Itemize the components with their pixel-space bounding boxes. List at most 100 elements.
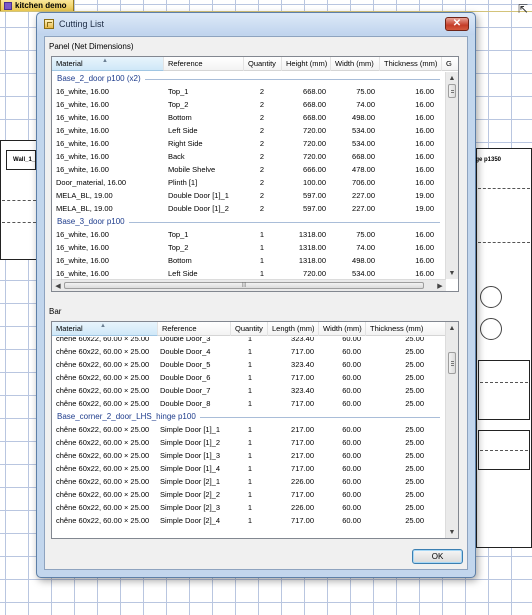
table-row[interactable]: chêne 60x22, 60.00 × 25.00 Simple Door [2… — [52, 488, 444, 501]
dialog-title: Cutting List — [59, 19, 105, 29]
table-row[interactable]: 16_white, 16.00 Back 2 720.00 668.00 16.00 — [52, 150, 444, 163]
cell-reference: Mobile Shelve — [168, 165, 216, 174]
cell-reference: Left Side — [168, 269, 198, 278]
cell-quantity: 1 — [247, 386, 253, 395]
cell-thickness: 16.00 — [415, 165, 434, 174]
panel-section-label: Panel (Net Dimensions) — [49, 42, 134, 51]
panel-grid[interactable]: ▲ Material Reference Quantity Height (mm… — [51, 56, 459, 292]
cell-length: 226.00 — [291, 477, 314, 486]
column-header-quantity[interactable]: Quantity — [231, 322, 268, 336]
column-header-width[interactable]: Width (mm) — [331, 57, 380, 71]
cell-quantity: 2 — [259, 178, 265, 187]
scroll-right-icon[interactable]: ▶ — [434, 280, 446, 291]
cell-quantity: 2 — [259, 100, 265, 109]
table-row[interactable]: chêne 60x22, 60.00 × 25.00 Double Door_3 1… — [52, 337, 444, 345]
cell-material: 16_white, 16.00 — [56, 152, 109, 161]
cell-thickness: 25.00 — [405, 438, 424, 447]
table-row[interactable]: 16_white, 16.00 Top_2 2 668.00 74.00 16.00 — [52, 98, 444, 111]
group-header[interactable]: Base_corner_2_door_LHS_hinge p100 — [52, 410, 444, 423]
dashed-line — [478, 188, 530, 189]
column-header-g[interactable]: G — [442, 57, 458, 71]
cell-quantity: 1 — [247, 347, 253, 356]
panel-vertical-scrollbar[interactable]: ▲ ▼ — [445, 72, 458, 279]
scroll-down-icon[interactable]: ▼ — [446, 267, 458, 279]
table-row[interactable]: 16_white, 16.00 Mobile Shelve 2 666.00 478.0… — [52, 163, 444, 176]
cell-height: 597.00 — [303, 204, 326, 213]
table-row[interactable]: chêne 60x22, 60.00 × 25.00 Simple Door [2… — [52, 501, 444, 514]
column-header-length[interactable]: Length (mm) — [268, 322, 319, 336]
cell-reference: Double Door [1]_2 — [168, 204, 229, 213]
table-row[interactable]: chêne 60x22, 60.00 × 25.00 Simple Door [1… — [52, 423, 444, 436]
cell-width: 60.00 — [342, 347, 361, 356]
cell-thickness: 16.00 — [415, 139, 434, 148]
table-row[interactable]: 16_white, 16.00 Bottom 1 1318.00 498.00 16.00 — [52, 254, 444, 267]
column-header-material[interactable]: ▲ Material — [52, 57, 164, 71]
table-row[interactable]: chêne 60x22, 60.00 × 25.00 Double Door_6 1… — [52, 371, 444, 384]
cell-reference: Simple Door [1]_1 — [160, 425, 221, 434]
scroll-thumb[interactable]: ||| — [64, 282, 424, 289]
table-row[interactable]: chêne 60x22, 60.00 × 25.00 Double Door_8 1… — [52, 397, 444, 410]
bar-vertical-scrollbar[interactable]: ▲ ▼ — [445, 322, 458, 538]
cell-width: 706.00 — [352, 178, 375, 187]
table-row[interactable]: MELA_BL, 19.00 Double Door [1]_2 2 597.00 22… — [52, 202, 444, 215]
dialog-titlebar[interactable]: Cutting List ✕ — [37, 13, 475, 35]
scroll-thumb[interactable] — [448, 84, 456, 98]
table-row[interactable]: chêne 60x22, 60.00 × 25.00 Simple Door [1… — [52, 462, 444, 475]
cell-height: 668.00 — [303, 100, 326, 109]
table-row[interactable]: chêne 60x22, 60.00 × 25.00 Double Door_7 1… — [52, 384, 444, 397]
table-row[interactable]: chêne 60x22, 60.00 × 25.00 Simple Door [1… — [52, 436, 444, 449]
cell-reference: Simple Door [1]_2 — [160, 438, 221, 447]
cell-reference: Bottom — [168, 256, 192, 265]
bar-grid[interactable]: ▲ Material Reference Quantity Length (mm… — [51, 321, 459, 539]
table-row[interactable]: chêne 60x22, 60.00 × 25.00 Double Door_4 1… — [52, 345, 444, 358]
cell-quantity: 2 — [259, 152, 265, 161]
cell-quantity: 1 — [247, 490, 253, 499]
table-row[interactable]: MELA_BL, 19.00 Double Door [1]_1 2 597.00 22… — [52, 189, 444, 202]
table-row[interactable]: 16_white, 16.00 Bottom 2 668.00 498.00 16.00 — [52, 111, 444, 124]
table-row[interactable]: chêne 60x22, 60.00 × 25.00 Simple Door [2… — [52, 514, 444, 527]
table-row[interactable]: 16_white, 16.00 Top_1 1 1318.00 75.00 16.00 — [52, 228, 444, 241]
cell-thickness: 25.00 — [405, 337, 424, 343]
cell-material: chêne 60x22, 60.00 × 25.00 — [56, 425, 150, 434]
close-button[interactable]: ✕ — [445, 17, 469, 31]
table-row[interactable]: chêne 60x22, 60.00 × 25.00 Simple Door [2… — [52, 475, 444, 488]
bar-grid-body: chêne 60x22, 60.00 × 25.00 Double Door_3 1… — [52, 337, 446, 538]
column-header-reference[interactable]: Reference — [164, 57, 244, 71]
cell-quantity: 1 — [259, 269, 265, 278]
column-header-height[interactable]: Height (mm) — [282, 57, 331, 71]
table-row[interactable]: 16_white, 16.00 Left Side 1 720.00 534.00 16.… — [52, 267, 444, 279]
scroll-down-icon[interactable]: ▼ — [446, 526, 458, 538]
cell-width: 60.00 — [342, 360, 361, 369]
cutting-list-dialog: Cutting List ✕ Panel (Net Dimensions) ▲ … — [36, 12, 476, 578]
column-header-reference[interactable]: Reference — [158, 322, 231, 336]
table-row[interactable]: Door_material, 16.00 Plinth [1] 2 100.00 706… — [52, 176, 444, 189]
group-header[interactable]: Base_3_door p100 — [52, 215, 444, 228]
column-header-width[interactable]: Width (mm) — [319, 322, 366, 336]
cell-height: 720.00 — [303, 152, 326, 161]
scroll-up-icon[interactable]: ▲ — [446, 322, 458, 334]
cell-material: MELA_BL, 19.00 — [56, 204, 113, 213]
cell-reference: Double Door [1]_1 — [168, 191, 229, 200]
column-header-thickness[interactable]: Thickness (mm) — [366, 322, 446, 336]
sort-ascending-icon: ▲ — [100, 323, 106, 329]
table-row[interactable]: 16_white, 16.00 Left Side 2 720.00 534.00 16.… — [52, 124, 444, 137]
scroll-up-icon[interactable]: ▲ — [446, 72, 458, 84]
column-header-thickness[interactable]: Thickness (mm) — [380, 57, 442, 71]
dashed-line — [480, 382, 528, 383]
column-header-material[interactable]: ▲ Material — [52, 322, 158, 336]
table-row[interactable]: 16_white, 16.00 Top_2 1 1318.00 74.00 16.00 — [52, 241, 444, 254]
table-row[interactable]: chêne 60x22, 60.00 × 25.00 Simple Door [1… — [52, 449, 444, 462]
scroll-left-icon[interactable]: ◀ — [52, 280, 64, 291]
cell-reference: Simple Door [2]_2 — [160, 490, 221, 499]
ok-button[interactable]: OK — [412, 549, 463, 564]
panel-horizontal-scrollbar[interactable]: ◀ ||| ▶ — [52, 279, 446, 291]
table-row[interactable]: chêne 60x22, 60.00 × 25.00 Double Door_5 1… — [52, 358, 444, 371]
table-row[interactable]: 16_white, 16.00 Right Side 2 720.00 534.00 16… — [52, 137, 444, 150]
scroll-thumb[interactable] — [448, 352, 456, 374]
bar-section-label: Bar — [49, 307, 62, 316]
group-header[interactable]: Base_2_door p100 (x2) — [52, 72, 444, 85]
cell-width: 60.00 — [342, 503, 361, 512]
column-header-quantity[interactable]: Quantity — [244, 57, 282, 71]
table-row[interactable]: 16_white, 16.00 Top_1 2 668.00 75.00 16.00 — [52, 85, 444, 98]
cell-thickness: 16.00 — [415, 126, 434, 135]
